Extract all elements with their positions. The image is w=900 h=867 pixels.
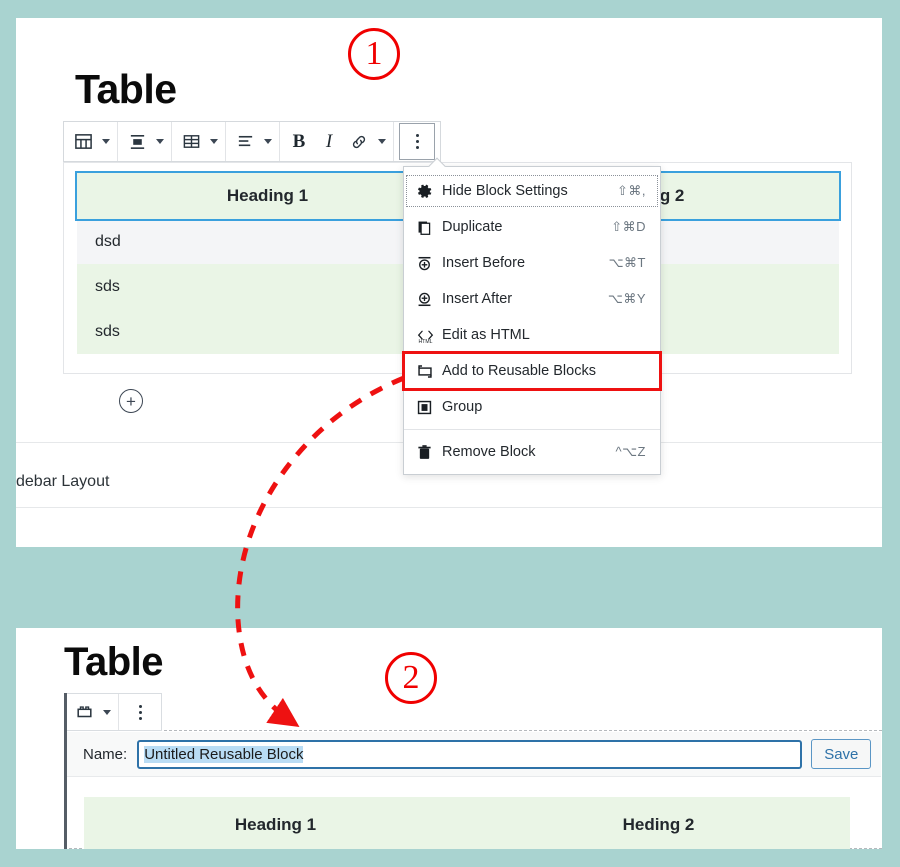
- vertical-dots-icon[interactable]: [123, 693, 157, 732]
- menu-item-shortcut: ^⌥Z: [615, 444, 646, 459]
- insert-after-icon: [416, 291, 442, 308]
- toolbar-group-block-align: [118, 122, 172, 161]
- editor-panel-step-2: Table Name: Untitled Reusable Block Save…: [16, 628, 882, 849]
- menu-item-label: Hide Block Settings: [442, 183, 568, 199]
- menu-item-add-to-reusable-blocks[interactable]: Add to Reusable Blocks: [402, 351, 662, 391]
- menu-item-label: Remove Block: [442, 444, 536, 460]
- link-icon[interactable]: [344, 122, 374, 161]
- edit-table-chevron-down-icon[interactable]: [206, 122, 221, 161]
- reusable-block-container: Name: Untitled Reusable Block Save Headi…: [64, 730, 882, 849]
- menu-item-edit-as-html[interactable]: HTML Edit as HTML: [404, 317, 660, 353]
- menu-item-duplicate[interactable]: Duplicate ⇧⌘D: [404, 209, 660, 245]
- block-type-chevron-down-icon[interactable]: [98, 122, 113, 161]
- align-block-icon[interactable]: [122, 122, 152, 161]
- toolbar-group-edit-table: [172, 122, 226, 161]
- bold-icon[interactable]: B: [284, 122, 314, 161]
- name-label: Name:: [83, 745, 128, 763]
- more-rich-text-chevron-down-icon[interactable]: [374, 122, 389, 161]
- sidebar-layout-label: debar Layout: [16, 473, 110, 490]
- duplicate-icon: [416, 219, 442, 236]
- group-icon: [416, 399, 442, 416]
- menu-item-insert-before[interactable]: Insert Before ⌥⌘T: [404, 245, 660, 281]
- page-title: Table: [75, 66, 177, 112]
- menu-item-remove-block[interactable]: Remove Block ^⌥Z: [404, 434, 660, 470]
- menu-item-shortcut: ⌥⌘T: [608, 255, 646, 270]
- trash-icon: [416, 444, 442, 461]
- edit-table-icon[interactable]: [176, 122, 206, 161]
- menu-item-label: Insert Before: [442, 255, 526, 271]
- align-text-icon[interactable]: [230, 122, 260, 161]
- table-header-cell[interactable]: Heading 1: [84, 797, 467, 849]
- toolbar-group-text-align: [226, 122, 280, 161]
- insert-before-icon: [416, 255, 442, 272]
- name-input-value: Untitled Reusable Block: [144, 745, 304, 763]
- toolbar-group-reusable-block: [65, 694, 119, 730]
- reusable-block-table: Heading 1 Heding 2: [66, 777, 881, 849]
- reusable-block-name-input[interactable]: Untitled Reusable Block: [137, 739, 803, 769]
- table-cell[interactable]: sds: [77, 309, 458, 354]
- circle-plus-icon[interactable]: +: [119, 389, 143, 413]
- menu-item-label: Insert After: [442, 291, 513, 307]
- reusable-block-chevron-down-icon[interactable]: [99, 693, 114, 732]
- divider: [16, 507, 882, 508]
- toolbar-group-more-options: [394, 122, 440, 161]
- annotation-step-2: 2: [385, 652, 437, 704]
- block-align-chevron-down-icon[interactable]: [152, 122, 167, 161]
- table-block-icon[interactable]: [68, 122, 98, 161]
- table-cell[interactable]: sds: [77, 264, 458, 309]
- gear-icon: [416, 183, 442, 200]
- table-header-cell[interactable]: Heading 1: [77, 173, 458, 219]
- toolbar-group-block-type: [64, 122, 118, 161]
- table-cell[interactable]: dsd: [77, 219, 458, 264]
- menu-item-label: Edit as HTML: [442, 327, 530, 343]
- save-button[interactable]: Save: [811, 739, 872, 769]
- menu-item-shortcut: ⌥⌘Y: [607, 291, 646, 306]
- menu-item-label: Add to Reusable Blocks: [442, 363, 596, 379]
- block-selection-bar: [64, 693, 67, 849]
- reusable-block-icon[interactable]: [69, 693, 99, 732]
- menu-item-group[interactable]: Group: [404, 389, 660, 425]
- html-icon: HTML: [416, 327, 442, 344]
- reusable-block-name-row: Name: Untitled Reusable Block Save: [66, 732, 881, 777]
- menu-item-shortcut: ⇧⌘,: [616, 183, 646, 198]
- reusable-block-toolbar: [64, 693, 162, 731]
- block-options-menu: Hide Block Settings ⇧⌘, Duplicate ⇧⌘D In…: [402, 157, 662, 475]
- menu-item-label: Group: [442, 399, 483, 415]
- menu-item-shortcut: ⇧⌘D: [611, 219, 646, 234]
- vertical-dots-icon[interactable]: [399, 123, 435, 160]
- table-header-row: Heading 1 Heding 2: [84, 797, 850, 849]
- toolbar-group-more-options: [119, 694, 161, 730]
- reusable-block-icon: [416, 363, 442, 380]
- italic-icon[interactable]: I: [314, 122, 344, 161]
- svg-text:HTML: HTML: [419, 339, 433, 344]
- block-toolbar: B I: [63, 121, 441, 162]
- menu-separator: [404, 429, 660, 430]
- annotation-step-1: 1: [348, 28, 400, 80]
- menu-item-label: Duplicate: [442, 219, 503, 235]
- editor-panel-step-1: Table B I Heading 1 2 dsd sds sds + deba…: [16, 18, 882, 547]
- menu-item-hide-block-settings[interactable]: Hide Block Settings ⇧⌘,: [404, 173, 660, 209]
- table-header-cell[interactable]: Heding 2: [467, 797, 850, 849]
- menu-item-insert-after[interactable]: Insert After ⌥⌘Y: [404, 281, 660, 317]
- text-align-chevron-down-icon[interactable]: [260, 122, 275, 161]
- toolbar-group-formatting: B I: [280, 122, 394, 161]
- page-title: Table: [64, 640, 164, 684]
